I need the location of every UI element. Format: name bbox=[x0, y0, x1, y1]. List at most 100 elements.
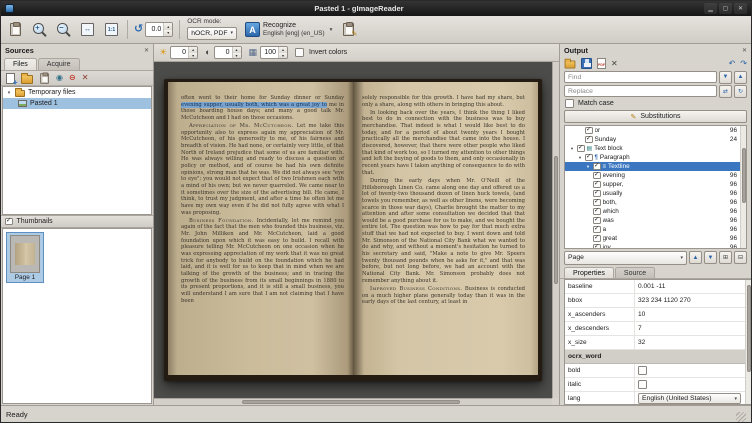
tab-acquire[interactable]: Acquire bbox=[38, 58, 80, 70]
sources-close-icon[interactable]: ✕ bbox=[144, 47, 149, 54]
scrollbar-thumb[interactable] bbox=[554, 156, 558, 284]
hocr-tree-row[interactable]: or96 bbox=[565, 126, 740, 135]
hocr-tree-row[interactable]: supper,96 bbox=[565, 180, 740, 189]
hocr-tree-row[interactable]: ▾▤Text block bbox=[565, 144, 740, 153]
find-prev-button[interactable]: ▲ bbox=[734, 71, 747, 84]
save-hocr-icon[interactable] bbox=[581, 58, 592, 69]
item-checkbox[interactable] bbox=[585, 127, 593, 135]
tree-item-pasted-1[interactable]: Pasted 1 bbox=[3, 98, 151, 109]
hocr-tree-row[interactable]: a96 bbox=[565, 225, 740, 234]
item-checkbox[interactable] bbox=[585, 136, 593, 144]
remove-source-icon[interactable]: ⊖ bbox=[69, 74, 76, 82]
expand-all-button[interactable]: ⊞ bbox=[719, 251, 732, 264]
recognize-dropdown-icon[interactable]: ▾ bbox=[328, 27, 333, 33]
rotate-icon[interactable]: ↺ bbox=[134, 24, 143, 35]
rotation-spinbox[interactable]: 0.0 ▴▾ bbox=[145, 22, 173, 37]
open-hocr-icon[interactable] bbox=[565, 60, 576, 68]
item-checkbox[interactable] bbox=[593, 208, 601, 216]
find-input[interactable] bbox=[564, 71, 717, 83]
property-row[interactable]: bbox323 234 1120 270 bbox=[565, 294, 745, 308]
expander-icon[interactable]: ▾ bbox=[577, 155, 583, 161]
hocr-tree-row[interactable]: both,96 bbox=[565, 198, 740, 207]
prev-item-button[interactable]: ▲ bbox=[689, 251, 702, 264]
spin-down-icon[interactable]: ▾ bbox=[164, 30, 172, 37]
tree-item-temporary-files[interactable]: ▾ Temporary files bbox=[3, 87, 151, 98]
contrast-spinbox[interactable]: 0 ▴▾ bbox=[214, 46, 242, 59]
bold-checkbox[interactable] bbox=[638, 366, 647, 375]
selected-textline-highlight[interactable]: evening supper, usually both, which was … bbox=[181, 102, 327, 108]
find-next-button[interactable]: ▼ bbox=[719, 71, 732, 84]
edit-text-button[interactable]: ✎ bbox=[337, 18, 360, 42]
item-checkbox[interactable] bbox=[577, 145, 585, 153]
ocr-mode-select[interactable]: hOCR, PDF ▾ bbox=[187, 27, 237, 40]
item-checkbox[interactable] bbox=[593, 181, 601, 189]
item-checkbox[interactable] bbox=[593, 235, 601, 243]
screenshot-icon[interactable]: ◉ bbox=[56, 74, 63, 82]
clear-output-icon[interactable]: ✕ bbox=[611, 60, 618, 68]
item-checkbox[interactable] bbox=[593, 172, 601, 180]
match-case-checkbox[interactable] bbox=[565, 99, 574, 108]
lang-select[interactable]: English (United States)▾ bbox=[638, 393, 741, 404]
recognize-button[interactable]: A Recognize English [eng] (en_US) ▾ bbox=[241, 18, 336, 42]
replace-all-button[interactable]: ↻ bbox=[734, 85, 747, 98]
spin-down-icon[interactable]: ▾ bbox=[279, 53, 287, 59]
zoom-original-button[interactable]: 1:1 bbox=[100, 18, 123, 42]
maximize-button[interactable]: ▢ bbox=[719, 3, 732, 14]
brightness-spinbox[interactable]: 0 ▴▾ bbox=[170, 46, 198, 59]
close-button[interactable]: ✕ bbox=[734, 3, 747, 14]
spin-down-icon[interactable]: ▾ bbox=[189, 53, 197, 59]
hocr-tree-row[interactable]: ▾¶Paragraph bbox=[565, 153, 740, 162]
image-canvas[interactable]: often went to their home for Sunday dinn… bbox=[154, 62, 552, 398]
spin-down-icon[interactable]: ▾ bbox=[233, 53, 241, 59]
tab-files[interactable]: Files bbox=[4, 58, 37, 70]
property-row[interactable]: italic bbox=[565, 378, 745, 392]
paste-source-icon[interactable] bbox=[40, 73, 49, 83]
paste-button[interactable] bbox=[4, 18, 27, 42]
hocr-tree-row[interactable]: Sunday24 bbox=[565, 135, 740, 144]
property-row[interactable]: baseline0.001 -11 bbox=[565, 280, 745, 294]
undo-icon[interactable]: ↶ bbox=[729, 60, 736, 68]
titlebar[interactable]: Pasted 1 - gImageReader ▁ ▢ ✕ bbox=[1, 1, 751, 16]
hocr-tree-row[interactable]: ▾≡Textline bbox=[565, 162, 740, 171]
item-checkbox[interactable] bbox=[585, 154, 593, 162]
thumbnail-page-1[interactable]: Page 1 bbox=[6, 232, 44, 283]
scrollbar-thumb[interactable] bbox=[742, 148, 746, 203]
tab-properties[interactable]: Properties bbox=[564, 267, 614, 278]
add-images-icon[interactable] bbox=[6, 73, 15, 84]
property-row[interactable]: langEnglish (United States)▾ bbox=[565, 392, 745, 405]
minimize-button[interactable]: ▁ bbox=[704, 3, 717, 14]
expander-icon[interactable]: ▾ bbox=[6, 90, 12, 96]
scrollbar-thumb[interactable] bbox=[747, 285, 751, 372]
navigation-target-select[interactable]: Page ▾ bbox=[564, 251, 687, 265]
item-checkbox[interactable] bbox=[593, 226, 601, 234]
property-row[interactable]: x_size32 bbox=[565, 336, 745, 350]
hocr-tree-row[interactable]: evening96 bbox=[565, 171, 740, 180]
zoom-in-button[interactable]: + bbox=[28, 18, 51, 42]
expander-icon[interactable]: ▾ bbox=[569, 146, 575, 152]
expander-icon[interactable]: ▾ bbox=[585, 164, 591, 170]
zoom-fit-button[interactable]: ↔ bbox=[76, 18, 99, 42]
hocr-tree-scrollbar[interactable] bbox=[740, 126, 746, 248]
collapse-all-button[interactable]: ⊟ bbox=[734, 251, 747, 264]
italic-checkbox[interactable] bbox=[638, 380, 647, 389]
delete-source-icon[interactable]: ✕ bbox=[82, 74, 89, 82]
hocr-tree-row[interactable]: which96 bbox=[565, 207, 740, 216]
thumbnails-checkbox[interactable] bbox=[5, 218, 13, 226]
item-checkbox[interactable] bbox=[593, 199, 601, 207]
property-row[interactable]: x_ascenders10 bbox=[565, 308, 745, 322]
replace-button[interactable]: ⇄ bbox=[719, 85, 732, 98]
item-checkbox[interactable] bbox=[593, 217, 601, 225]
redo-icon[interactable]: ↷ bbox=[740, 60, 747, 68]
output-close-icon[interactable]: ✕ bbox=[742, 47, 747, 54]
hocr-tree-row[interactable]: usually96 bbox=[565, 189, 740, 198]
hocr-tree-row[interactable]: great96 bbox=[565, 234, 740, 243]
item-checkbox[interactable] bbox=[593, 190, 601, 198]
substitutions-button[interactable]: ✎ Substitutions bbox=[564, 110, 747, 123]
resolution-spinbox[interactable]: 100 ▴▾ bbox=[260, 46, 288, 59]
tab-source[interactable]: Source bbox=[615, 267, 655, 278]
hocr-tree-row[interactable]: was96 bbox=[565, 216, 740, 225]
property-row[interactable]: x_descenders7 bbox=[565, 322, 745, 336]
replace-input[interactable] bbox=[564, 85, 717, 97]
property-row[interactable]: bold bbox=[565, 364, 745, 378]
invert-colors-checkbox[interactable] bbox=[295, 48, 304, 57]
